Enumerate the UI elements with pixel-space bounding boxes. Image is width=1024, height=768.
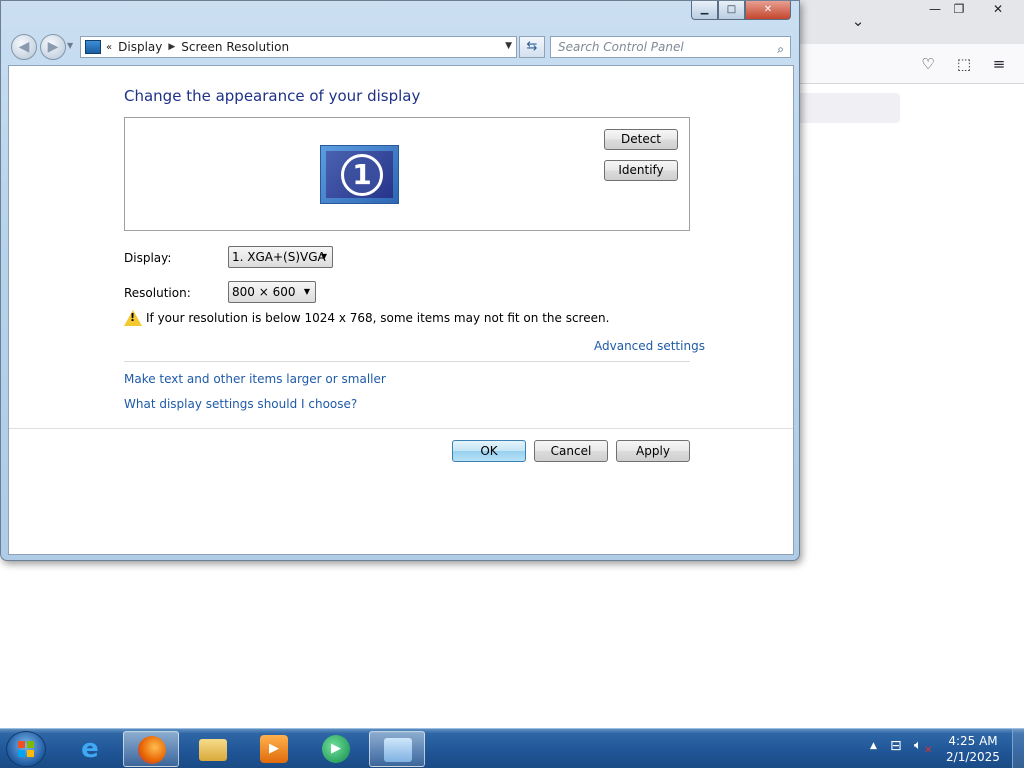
start-button[interactable] bbox=[6, 731, 46, 767]
maximize-button[interactable]: □ bbox=[718, 1, 745, 20]
taskbar-control-panel[interactable] bbox=[369, 731, 425, 767]
forward-arrow-icon: ▶ bbox=[47, 39, 59, 55]
taskbar-firefox[interactable] bbox=[123, 731, 179, 767]
browser-url-bar[interactable] bbox=[790, 93, 900, 123]
display-help-link[interactable]: What display settings should I choose? bbox=[124, 397, 357, 411]
browser-restore-icon[interactable]: ❐ bbox=[942, 0, 976, 20]
recent-pages-dropdown-icon[interactable]: ▼ bbox=[67, 41, 77, 53]
search-input[interactable]: Search Control Panel ⌕ bbox=[550, 36, 791, 58]
clock-time[interactable]: 4:25 AM bbox=[944, 734, 1002, 748]
address-bar[interactable]: « Display ▶ Screen Resolution ▼ bbox=[80, 36, 517, 58]
extensions-icon[interactable]: ⬚ bbox=[954, 54, 974, 74]
close-button[interactable]: ✕ bbox=[745, 1, 791, 20]
footer-divider bbox=[9, 428, 793, 429]
display-label: Display: bbox=[124, 251, 172, 265]
display-select[interactable]: 1. XGA+(S)VGA ▼ bbox=[228, 246, 333, 268]
back-arrow-icon: ◀ bbox=[18, 39, 30, 55]
network-icon[interactable]: ⊟ bbox=[890, 738, 906, 754]
monitor-number-badge: 1 bbox=[341, 154, 383, 196]
show-desktop-button[interactable] bbox=[1012, 729, 1024, 768]
minimize-button[interactable]: ▁ bbox=[691, 1, 718, 20]
breadcrumb-display[interactable]: Display bbox=[118, 40, 162, 54]
menu-hamburger-icon[interactable]: ≡ bbox=[989, 54, 1009, 74]
pocket-icon[interactable]: ♡ bbox=[918, 54, 938, 74]
content-pane: Change the appearance of your display 1 … bbox=[8, 65, 794, 555]
apply-button[interactable]: Apply bbox=[616, 440, 690, 462]
minimize-icon: ▁ bbox=[700, 4, 709, 15]
refresh-button[interactable]: ⇆ bbox=[519, 36, 545, 58]
window-controls: ▁ □ ✕ bbox=[691, 1, 791, 21]
advanced-settings-link[interactable]: Advanced settings bbox=[594, 339, 705, 353]
section-divider bbox=[124, 361, 690, 362]
clock-date[interactable]: 2/1/2025 bbox=[944, 750, 1002, 764]
cancel-button[interactable]: Cancel bbox=[534, 440, 608, 462]
forward-button[interactable]: ▶ bbox=[40, 34, 66, 60]
display-select-value: 1. XGA+(S)VGA bbox=[232, 250, 326, 264]
screen-resolution-window: ▁ □ ✕ ◀ ▶ ▼ « Display ▶ Screen Resolutio… bbox=[0, 0, 800, 561]
media-center-icon: ▶ bbox=[322, 735, 350, 763]
resolution-warning-text: If your resolution is below 1024 x 768, … bbox=[146, 311, 610, 325]
back-button[interactable]: ◀ bbox=[11, 34, 37, 60]
monitor-1-icon[interactable]: 1 bbox=[320, 145, 399, 204]
ok-button[interactable]: OK bbox=[452, 440, 526, 462]
tab-list-chevron-icon[interactable]: ⌄ bbox=[848, 11, 868, 31]
monitor-arrangement-panel: 1 Detect Identify bbox=[124, 117, 690, 231]
resolution-label: Resolution: bbox=[124, 286, 191, 300]
taskbar-file-explorer[interactable] bbox=[185, 731, 241, 767]
page-title: Change the appearance of your display bbox=[124, 87, 421, 105]
chevron-down-icon: ▼ bbox=[320, 252, 327, 261]
breadcrumb-separator-icon[interactable]: ▶ bbox=[168, 42, 175, 52]
text-size-link[interactable]: Make text and other items larger or smal… bbox=[124, 372, 386, 386]
resolution-select[interactable]: 800 × 600 ▼ bbox=[228, 281, 316, 303]
taskbar-media-player[interactable]: ▶ bbox=[246, 731, 302, 767]
breadcrumb-screen-resolution[interactable]: Screen Resolution bbox=[181, 40, 289, 54]
control-panel-icon bbox=[384, 738, 412, 762]
browser-close-icon[interactable]: ✕ bbox=[981, 0, 1015, 20]
search-placeholder: Search Control Panel bbox=[558, 40, 684, 54]
folder-icon bbox=[199, 739, 227, 761]
taskbar-media-center[interactable]: ▶ bbox=[308, 731, 364, 767]
show-hidden-icons-icon[interactable]: ▲ bbox=[870, 741, 877, 751]
resolution-select-value: 800 × 600 bbox=[232, 285, 296, 299]
firefox-icon bbox=[138, 736, 166, 764]
display-control-panel-icon bbox=[85, 40, 101, 54]
close-icon: ✕ bbox=[763, 4, 773, 15]
address-dropdown-icon[interactable]: ▼ bbox=[505, 41, 512, 51]
breadcrumb-overflow-icon[interactable]: « bbox=[106, 42, 112, 53]
warning-exclamation-icon: ! bbox=[130, 311, 136, 324]
maximize-icon: □ bbox=[726, 4, 737, 15]
identify-button[interactable]: Identify bbox=[604, 160, 678, 181]
chevron-down-icon: ▼ bbox=[303, 287, 310, 296]
refresh-icon: ⇆ bbox=[526, 39, 538, 54]
search-icon[interactable]: ⌕ bbox=[777, 39, 784, 59]
internet-explorer-icon: e bbox=[81, 734, 99, 764]
windows-logo-icon bbox=[18, 741, 34, 757]
mute-indicator-icon: ✕ bbox=[924, 745, 933, 756]
media-player-icon: ▶ bbox=[260, 735, 288, 763]
taskbar-internet-explorer[interactable]: e bbox=[62, 731, 118, 767]
taskbar: e ▶ ▶ ▲ ⊟ 🔈︎ ✕ 4:25 AM 2/1/2025 bbox=[0, 728, 1024, 768]
detect-button[interactable]: Detect bbox=[604, 129, 678, 150]
